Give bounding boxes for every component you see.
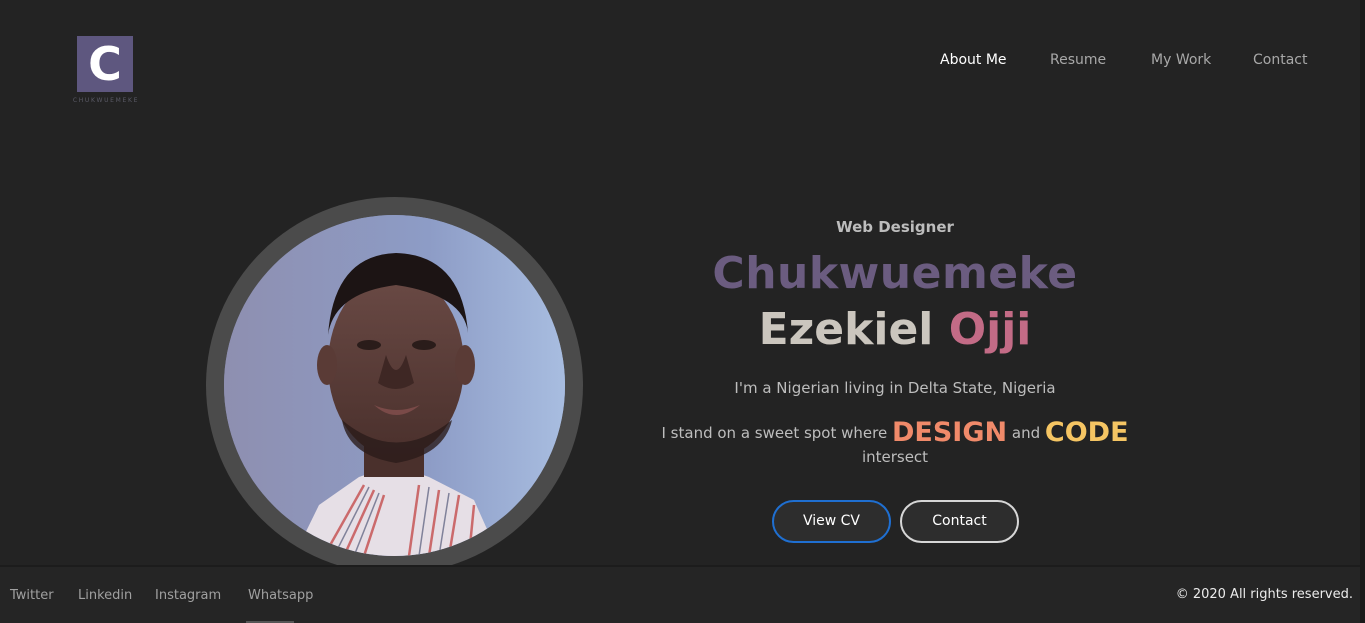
full-name-line: Ezekiel Ojji — [630, 304, 1160, 355]
page: C CHUKWUEMEKE About Me Resume My Work Co… — [0, 0, 1365, 623]
code-word: CODE — [1044, 417, 1129, 448]
profile-photo — [224, 215, 565, 556]
nav-my-work[interactable]: My Work — [1151, 52, 1211, 68]
first-name: Chukwuemeke — [712, 248, 1078, 299]
nav-contact[interactable]: Contact — [1253, 52, 1307, 68]
footer-link-instagram[interactable]: Instagram — [155, 588, 221, 603]
copyright: © 2020 All rights reserved. — [1175, 587, 1353, 602]
footer-link-linkedin[interactable]: Linkedin — [78, 588, 132, 603]
view-cv-button[interactable]: View CV — [772, 500, 891, 543]
contact-button[interactable]: Contact — [900, 500, 1019, 543]
footer-link-twitter[interactable]: Twitter — [10, 588, 54, 603]
sweet-spot-text: I stand on a sweet spot where DESIGN and… — [630, 419, 1160, 469]
and-word: and — [1011, 424, 1041, 442]
footer: Twitter Linkedin Instagram Whatsapp © 20… — [0, 565, 1360, 623]
design-word: DESIGN — [891, 417, 1008, 448]
location-tagline: I'm a Nigerian living in Delta State, Ni… — [734, 379, 1056, 397]
sweet-prefix: I stand on a sweet spot where — [661, 424, 888, 442]
nav-resume[interactable]: Resume — [1050, 52, 1106, 68]
role-title: Web Designer — [836, 218, 954, 236]
portrait-frame — [206, 197, 583, 574]
sweet-suffix: intersect — [861, 448, 929, 466]
site-logo[interactable]: C CHUKWUEMEKE — [66, 36, 146, 108]
last-name: Ojji — [948, 304, 1032, 355]
logo-text: CHUKWUEMEKE — [72, 97, 140, 104]
scrollbar[interactable] — [1360, 0, 1365, 623]
nav-about-me[interactable]: About Me — [940, 52, 1007, 68]
footer-link-whatsapp[interactable]: Whatsapp — [248, 588, 313, 603]
main-nav: About Me Resume My Work Contact — [0, 52, 1365, 72]
middle-name: Ezekiel — [758, 304, 934, 355]
